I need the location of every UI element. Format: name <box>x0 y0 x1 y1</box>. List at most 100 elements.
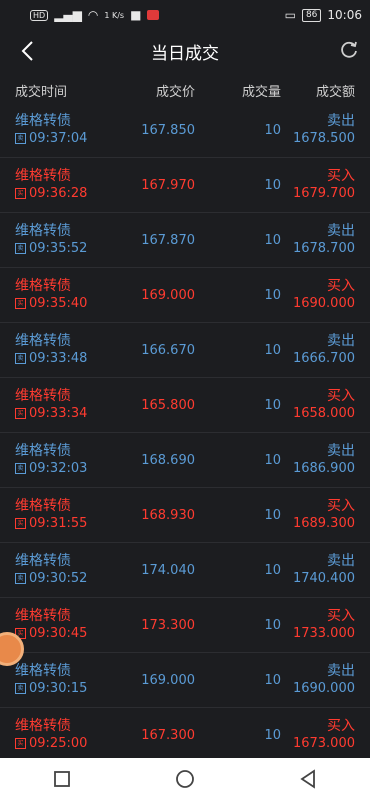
bond-name: 维格转债 <box>15 553 71 569</box>
trade-type-badge: 卖 <box>15 683 26 694</box>
back-icon[interactable] <box>16 38 42 64</box>
bond-name: 维格转债 <box>15 498 71 514</box>
trade-row[interactable]: 维格转债 卖 09:32:03 168.690 10 卖出 1686.900 <box>0 433 370 488</box>
trade-time: 09:32:03 <box>29 461 88 476</box>
status-bar: HD ▂▄▆ ◠ 1 K/s ■ ▭ 86 10:06 <box>0 0 370 30</box>
trade-qty: 10 <box>264 727 281 743</box>
trade-amount: 1686.900 <box>292 461 355 476</box>
trade-row[interactable]: 维格转债 卖 09:33:48 166.670 10 卖出 1666.700 <box>0 323 370 378</box>
trade-side: 卖出 <box>327 113 355 129</box>
trade-qty: 10 <box>264 397 281 413</box>
trade-qty: 10 <box>264 287 281 303</box>
trade-price: 167.970 <box>141 177 195 193</box>
trade-time: 09:30:45 <box>29 626 88 641</box>
trade-qty: 10 <box>264 232 281 248</box>
trade-price: 167.300 <box>141 727 195 743</box>
trade-row[interactable]: 维格转债 买 09:25:00 167.300 10 买入 1673.000 <box>0 708 370 763</box>
trade-row[interactable]: 维格转债 卖 09:35:52 167.870 10 卖出 1678.700 <box>0 213 370 268</box>
trade-row[interactable]: 维格转债 卖 09:30:52 174.040 10 卖出 1740.400 <box>0 543 370 598</box>
trade-row[interactable]: 维格转债 买 09:35:40 169.000 10 买入 1690.000 <box>0 268 370 323</box>
trade-row[interactable]: 维格转债 卖 09:30:15 169.000 10 卖出 1690.000 <box>0 653 370 708</box>
home-icon[interactable] <box>174 768 196 790</box>
trade-time: 09:25:00 <box>29 736 88 751</box>
trade-side: 买入 <box>327 608 355 624</box>
trade-row[interactable]: 维格转债 买 09:30:45 173.300 10 买入 1733.000 <box>0 598 370 653</box>
page-title: 当日成交 <box>151 43 219 64</box>
trade-side: 买入 <box>327 278 355 294</box>
trade-qty: 10 <box>264 342 281 358</box>
trade-price: 165.800 <box>141 397 195 413</box>
cast-icon: ▭ <box>284 8 296 22</box>
bond-name: 维格转债 <box>15 333 71 349</box>
refresh-icon[interactable] <box>338 39 360 61</box>
wifi-icon: ◠ <box>87 8 99 22</box>
trade-side: 买入 <box>327 498 355 514</box>
trade-time: 09:35:52 <box>29 241 88 256</box>
bond-name: 维格转债 <box>15 223 71 239</box>
trade-amount: 1740.400 <box>292 571 355 586</box>
trade-price: 166.670 <box>141 342 195 358</box>
trade-amount: 1658.000 <box>292 406 355 421</box>
trade-time: 09:35:40 <box>29 296 88 311</box>
trade-side: 买入 <box>327 388 355 404</box>
trade-type-badge: 卖 <box>15 463 26 474</box>
trade-type-badge: 卖 <box>15 353 26 364</box>
trade-price: 168.930 <box>141 507 195 523</box>
network-speed: 1 K/s <box>104 10 125 20</box>
col-amount: 成交额 <box>315 84 355 100</box>
hd-icon: HD <box>30 9 49 21</box>
trade-side: 卖出 <box>327 663 355 679</box>
trade-amount: 1690.000 <box>292 681 355 696</box>
col-price: 成交价 <box>155 84 195 100</box>
app-header: 当日成交 <box>0 30 370 72</box>
trade-time: 09:37:04 <box>29 131 88 146</box>
trade-amount: 1733.000 <box>292 626 355 641</box>
trade-amount: 1679.700 <box>292 186 355 201</box>
trade-type-badge: 买 <box>15 408 26 419</box>
trade-time: 09:33:34 <box>29 406 88 421</box>
col-qty: 成交量 <box>241 84 281 100</box>
trade-side: 卖出 <box>327 333 355 349</box>
video-icon: ■ <box>130 8 142 22</box>
system-nav-bar <box>0 758 370 800</box>
trade-amount: 1678.500 <box>292 131 355 146</box>
trade-price: 169.000 <box>141 672 195 688</box>
trade-price: 173.300 <box>141 617 195 633</box>
trade-time: 09:30:52 <box>29 571 88 586</box>
battery-indicator: 86 <box>301 8 322 22</box>
bond-name: 维格转债 <box>15 663 71 679</box>
trade-amount: 1678.700 <box>292 241 355 256</box>
trade-qty: 10 <box>264 177 281 193</box>
trade-row[interactable]: 维格转债 卖 09:37:04 167.850 10 卖出 1678.500 <box>0 103 370 158</box>
trade-qty: 10 <box>264 562 281 578</box>
trade-amount: 1666.700 <box>292 351 355 366</box>
recording-icon <box>147 10 160 20</box>
trade-type-badge: 买 <box>15 518 26 529</box>
trade-type-badge: 买 <box>15 298 26 309</box>
bond-name: 维格转债 <box>15 718 71 734</box>
trade-price: 169.000 <box>141 287 195 303</box>
bond-name: 维格转债 <box>15 608 71 624</box>
trade-row[interactable]: 维格转债 买 09:36:28 167.970 10 买入 1679.700 <box>0 158 370 213</box>
bond-name: 维格转债 <box>15 113 71 129</box>
back-nav-icon[interactable] <box>297 768 319 790</box>
col-time: 成交时间 <box>15 84 68 100</box>
bond-name: 维格转债 <box>15 443 71 459</box>
trade-side: 买入 <box>327 718 355 734</box>
bond-name: 维格转债 <box>15 278 71 294</box>
trade-qty: 10 <box>264 617 281 633</box>
bond-name: 维格转债 <box>15 168 71 184</box>
trade-price: 168.690 <box>141 452 195 468</box>
bond-name: 维格转债 <box>15 388 71 404</box>
recent-apps-icon[interactable] <box>51 768 73 790</box>
trade-row[interactable]: 维格转债 买 09:31:55 168.930 10 买入 1689.300 <box>0 488 370 543</box>
trade-row[interactable]: 维格转债 买 09:33:34 165.800 10 买入 1658.000 <box>0 378 370 433</box>
trade-price: 167.850 <box>141 122 195 138</box>
signal-icon: ▂▄▆ <box>54 8 82 22</box>
trade-price: 167.870 <box>141 232 195 248</box>
trade-qty: 10 <box>264 507 281 523</box>
trade-amount: 1689.300 <box>292 516 355 531</box>
clock: 10:06 <box>327 8 362 22</box>
trade-qty: 10 <box>264 122 281 138</box>
trade-qty: 10 <box>264 672 281 688</box>
